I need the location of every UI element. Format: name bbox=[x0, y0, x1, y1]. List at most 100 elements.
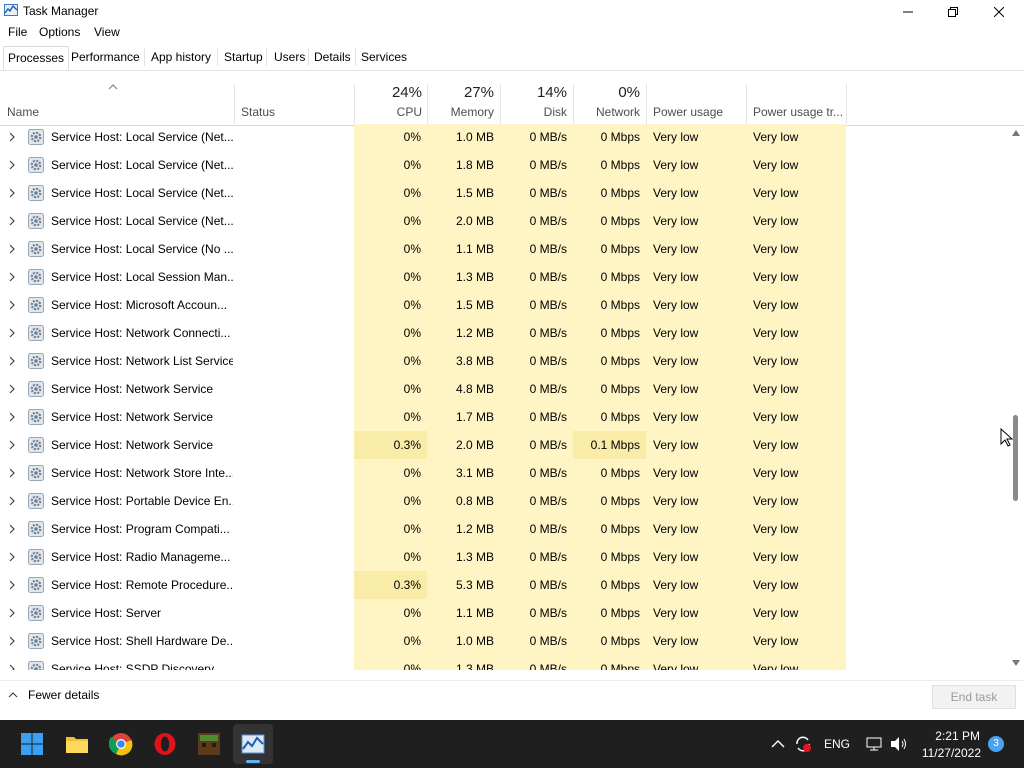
table-row[interactable]: Service Host: Network Service 0% 4.8 MB 0 M… bbox=[0, 375, 1008, 403]
chevron-right-icon[interactable] bbox=[8, 580, 16, 590]
chevron-right-icon[interactable] bbox=[8, 496, 16, 506]
chevron-right-icon[interactable] bbox=[8, 440, 16, 450]
table-row[interactable]: Service Host: SSDP Discovery 0% 1.3 MB 0 MB… bbox=[0, 655, 1008, 670]
menu-options[interactable]: Options bbox=[39, 25, 80, 39]
chrome-icon[interactable] bbox=[109, 732, 133, 756]
language-indicator[interactable]: ENG bbox=[824, 737, 850, 751]
process-list[interactable]: Service Host: Local Service (Net... 0% 1.0… bbox=[0, 124, 1008, 670]
tab-app-history[interactable]: App history bbox=[147, 46, 215, 68]
restore-button[interactable] bbox=[930, 0, 976, 24]
cell-disk: 0 MB/s bbox=[529, 634, 567, 648]
column-separator[interactable] bbox=[500, 84, 501, 124]
cpu-total-percent: 24% bbox=[391, 84, 422, 101]
table-row[interactable]: Service Host: Radio Manageme... 0% 1.3 MB 0… bbox=[0, 543, 1008, 571]
cell-cpu: 0% bbox=[403, 634, 421, 648]
title-bar[interactable] bbox=[0, 0, 1024, 24]
table-row[interactable]: Service Host: Remote Procedure... 0.3% 5.3… bbox=[0, 571, 1008, 599]
cell-disk: 0 MB/s bbox=[529, 578, 567, 592]
minimize-button[interactable] bbox=[885, 0, 931, 24]
table-row[interactable]: Service Host: Program Compati... 0% 1.2 MB… bbox=[0, 515, 1008, 543]
table-row[interactable]: Service Host: Network Connecti... 0% 1.2 M… bbox=[0, 319, 1008, 347]
column-separator[interactable] bbox=[746, 84, 747, 124]
table-row[interactable]: Service Host: Server 0% 1.1 MB 0 MB/s 0 Mbps… bbox=[0, 599, 1008, 627]
chevron-right-icon[interactable] bbox=[8, 328, 16, 338]
scroll-up-icon[interactable] bbox=[1011, 129, 1021, 137]
table-row[interactable]: Service Host: Local Service (No ... 0% 1.1… bbox=[0, 235, 1008, 263]
task-manager-taskbar-icon[interactable] bbox=[241, 732, 265, 756]
column-name[interactable]: Name bbox=[7, 105, 39, 119]
chevron-right-icon[interactable] bbox=[8, 216, 16, 226]
table-row[interactable]: Service Host: Portable Device En... 0% 0.8… bbox=[0, 487, 1008, 515]
windows-start-icon[interactable] bbox=[20, 732, 44, 756]
clock-time[interactable]: 2:21 PM bbox=[920, 729, 980, 743]
chevron-right-icon[interactable] bbox=[8, 664, 16, 670]
table-row[interactable]: Service Host: Network Store Inte... 0% 3.1… bbox=[0, 459, 1008, 487]
chevron-right-icon[interactable] bbox=[8, 188, 16, 198]
scroll-thumb[interactable] bbox=[1013, 415, 1018, 501]
table-row[interactable]: Service Host: Local Session Man... 0% 1.3 … bbox=[0, 263, 1008, 291]
gear-icon bbox=[28, 325, 44, 341]
column-memory[interactable]: Memory bbox=[430, 105, 494, 119]
scroll-down-icon[interactable] bbox=[1011, 659, 1021, 667]
table-row[interactable]: Service Host: Local Service (Net... 0% 1.5… bbox=[0, 179, 1008, 207]
tab-processes[interactable]: Processes bbox=[3, 46, 70, 70]
column-separator[interactable] bbox=[354, 84, 355, 124]
minecraft-icon[interactable] bbox=[197, 732, 221, 756]
chevron-right-icon[interactable] bbox=[8, 356, 16, 366]
chevron-right-icon[interactable] bbox=[8, 300, 16, 310]
chevron-right-icon[interactable] bbox=[8, 412, 16, 422]
table-row[interactable]: Service Host: Network Service 0% 1.7 MB 0 M… bbox=[0, 403, 1008, 431]
table-row[interactable]: Service Host: Network Service 0.3% 2.0 MB 0… bbox=[0, 431, 1008, 459]
tab-startup[interactable]: Startup bbox=[220, 46, 267, 68]
end-task-button[interactable]: End task bbox=[932, 685, 1016, 709]
column-separator[interactable] bbox=[646, 84, 647, 124]
menu-file[interactable]: File bbox=[8, 25, 27, 39]
chevron-right-icon[interactable] bbox=[8, 384, 16, 394]
close-button[interactable] bbox=[976, 0, 1022, 24]
show-hidden-icons-icon[interactable] bbox=[771, 740, 785, 748]
column-separator[interactable] bbox=[427, 84, 428, 124]
tab-services[interactable]: Services bbox=[357, 46, 411, 68]
column-disk[interactable]: Disk bbox=[503, 105, 567, 119]
chevron-right-icon[interactable] bbox=[8, 160, 16, 170]
sync-icon[interactable] bbox=[794, 735, 812, 753]
tab-users[interactable]: Users bbox=[270, 46, 309, 68]
column-separator[interactable] bbox=[573, 84, 574, 124]
chevron-right-icon[interactable] bbox=[8, 524, 16, 534]
network-icon[interactable] bbox=[866, 736, 882, 752]
column-power-usage-trend[interactable]: Power usage tr... bbox=[753, 105, 843, 119]
chevron-right-icon[interactable] bbox=[8, 244, 16, 254]
chevron-right-icon[interactable] bbox=[8, 552, 16, 562]
clock-date[interactable]: 11/27/2022 bbox=[915, 746, 981, 760]
chevron-right-icon[interactable] bbox=[8, 608, 16, 618]
column-separator[interactable] bbox=[846, 84, 847, 124]
vertical-scrollbar[interactable] bbox=[1010, 126, 1022, 670]
cell-trend: Very low bbox=[753, 270, 799, 284]
column-network[interactable]: Network bbox=[576, 105, 640, 119]
notification-badge[interactable]: 3 bbox=[988, 736, 1004, 752]
tab-performance[interactable]: Performance bbox=[67, 46, 144, 68]
table-row[interactable]: Service Host: Shell Hardware De... 0% 1.0 … bbox=[0, 627, 1008, 655]
table-row[interactable]: Service Host: Network List Service 0% 3.8 … bbox=[0, 347, 1008, 375]
cell-memory: 1.3 MB bbox=[455, 550, 494, 564]
fewer-details-toggle[interactable]: Fewer details bbox=[8, 688, 99, 702]
table-row[interactable]: Service Host: Local Service (Net... 0% 1.8… bbox=[0, 151, 1008, 179]
chevron-right-icon[interactable] bbox=[8, 636, 16, 646]
volume-icon[interactable] bbox=[890, 736, 908, 752]
column-cpu[interactable]: CPU bbox=[360, 105, 422, 119]
column-power-usage[interactable]: Power usage bbox=[653, 105, 723, 119]
chevron-right-icon[interactable] bbox=[8, 468, 16, 478]
chevron-right-icon[interactable] bbox=[8, 272, 16, 282]
cell-cpu: 0% bbox=[403, 662, 421, 670]
column-status[interactable]: Status bbox=[241, 105, 275, 119]
table-row[interactable]: Service Host: Local Service (Net... 0% 2.0… bbox=[0, 207, 1008, 235]
cell-memory: 1.1 MB bbox=[455, 606, 494, 620]
table-row[interactable]: Service Host: Local Service (Net... 0% 1.0… bbox=[0, 124, 1008, 151]
column-separator[interactable] bbox=[234, 84, 235, 124]
chevron-right-icon[interactable] bbox=[8, 132, 16, 142]
table-row[interactable]: Service Host: Microsoft Accoun... 0% 1.5 M… bbox=[0, 291, 1008, 319]
opera-icon[interactable] bbox=[153, 732, 177, 756]
tab-details[interactable]: Details bbox=[310, 46, 355, 68]
menu-view[interactable]: View bbox=[94, 25, 120, 39]
file-explorer-icon[interactable] bbox=[65, 732, 89, 756]
